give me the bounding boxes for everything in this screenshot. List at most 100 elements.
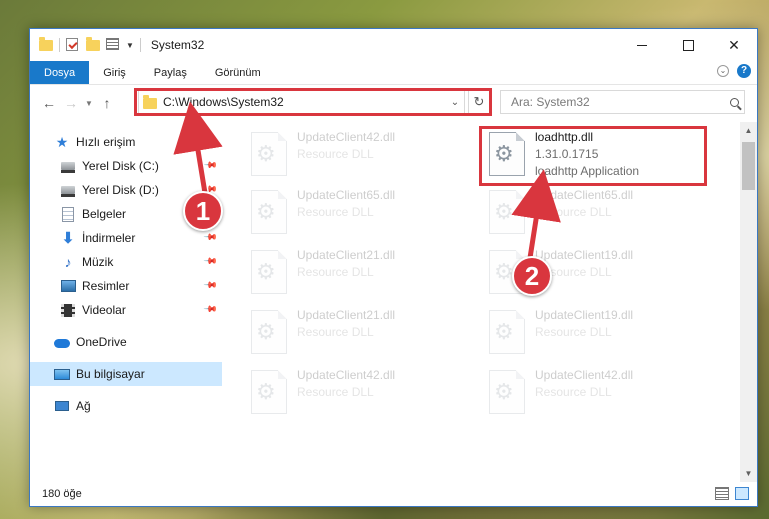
music-icon: ♪ [64,254,72,270]
network-icon [54,398,70,414]
up-button[interactable]: ↑ [96,92,118,114]
file-description: Resource DLL [297,325,374,339]
pin-icon[interactable]: 📌 [203,254,218,270]
search-box[interactable] [500,90,745,114]
tiles-view-icon[interactable] [735,487,749,500]
sidebar-item-label: Bu bilgisayar [76,367,145,381]
status-bar: 180 öğe [30,482,757,506]
separator [59,38,60,52]
sidebar-item-onedrive[interactable]: OneDrive [30,330,222,354]
close-button[interactable]: ✕ [711,29,757,61]
forward-arrow-icon: → [64,95,78,111]
file-name: UpdateClient19.dll [535,248,634,262]
sidebar-item-label: Hızlı erişim [76,135,136,149]
file-item[interactable]: UpdateClient42.dll Resource DLL [247,128,477,180]
tab-view[interactable]: Görünüm [201,61,275,84]
view-buttons [715,487,749,500]
file-view: UpdateClient42.dll Resource DLL UpdateCli… [222,122,757,482]
dll-file-icon [251,132,287,176]
sidebar-item-videos[interactable]: Videolar 📌 [30,298,222,322]
tab-file[interactable]: Dosya [30,61,90,84]
file-name: UpdateClient21.dll [297,248,396,262]
scroll-up-icon[interactable]: ▲ [740,122,757,139]
pin-icon[interactable]: 📌 [203,230,218,246]
dll-file-icon [251,190,287,234]
sidebar-item-pictures[interactable]: Resimler 📌 [30,274,222,298]
customize-icon[interactable] [106,38,120,52]
back-button[interactable]: ← [38,92,60,114]
tab-share[interactable]: Paylaş [140,61,201,84]
sidebar-item-label: İndirmeler [82,231,136,245]
pin-icon[interactable]: 📌 [203,278,218,294]
properties-check-icon[interactable] [66,38,80,52]
file-item[interactable]: UpdateClient21.dll Resource DLL [247,306,477,358]
folder-icon [39,37,53,52]
sidebar-item-this-pc[interactable]: Bu bilgisayar [30,362,222,386]
file-item[interactable]: UpdateClient42.dll Resource DLL [485,366,715,418]
sidebar-item-music[interactable]: ♪ Müzik 📌 [30,250,222,274]
navigation-bar: ← → ▼ ↑ C:\Windows\System32 ⌄ ↻ [30,85,757,121]
ribbon-right: ⌄ ? [717,64,751,78]
tab-home[interactable]: Giriş [89,61,140,84]
file-name: UpdateClient65.dll [535,188,634,202]
sidebar-item-quick-access[interactable]: ★ Hızlı erişim [30,130,222,154]
help-icon[interactable]: ? [737,64,751,78]
cloud-icon [54,334,70,350]
details-view-icon[interactable] [715,487,729,500]
expand-ribbon-icon[interactable]: ⌄ [717,65,729,77]
file-item[interactable]: UpdateClient65.dll Resource DLL [247,186,477,238]
star-icon: ★ [55,133,69,150]
sidebar-item-label: Müzik [82,255,114,269]
file-description: Resource DLL [535,385,612,399]
file-description: Resource DLL [297,147,374,161]
window-controls: ✕ [619,29,757,61]
item-count: 180 öğe [42,488,82,500]
documents-icon [60,206,76,222]
close-icon: ✕ [728,36,740,53]
sidebar-item-network[interactable]: Ağ [30,394,222,418]
navigation-pane: ★ Hızlı erişim Yerel Disk (C:) 📌 Yerel D… [30,122,222,482]
file-item[interactable]: UpdateClient19.dll Resource DLL [485,306,715,358]
pin-icon[interactable]: 📌 [203,158,218,174]
file-highlight-box [479,126,707,186]
dll-file-icon [489,370,525,414]
drive-icon [60,158,76,174]
file-item[interactable]: UpdateClient42.dll Resource DLL [247,366,477,418]
sidebar-item-label: Yerel Disk (D:) [82,183,159,197]
recent-locations-button[interactable]: ▼ [82,99,96,108]
sidebar-item-label: Videolar [82,303,126,317]
file-item[interactable]: UpdateClient65.dll Resource DLL [485,186,715,238]
sidebar-item-label: Belgeler [82,207,127,221]
main-area: ★ Hızlı erişim Yerel Disk (C:) 📌 Yerel D… [30,122,757,482]
title-bar: ▼ System32 ✕ [30,29,757,61]
file-description: Resource DLL [297,205,374,219]
new-folder-icon[interactable] [86,37,100,52]
sidebar-item-downloads[interactable]: ⬇ İndirmeler 📌 [30,226,222,250]
qat-dropdown-icon[interactable]: ▼ [126,41,134,50]
forward-button[interactable]: → [60,92,82,114]
file-description: Resource DLL [535,205,612,219]
pin-icon[interactable]: 📌 [203,302,218,318]
up-arrow-icon: ↑ [103,95,111,111]
quick-access-toolbar: ▼ [30,37,141,52]
vertical-scrollbar[interactable]: ▲ ▼ [740,122,757,482]
callout-1: 1 [183,191,223,231]
search-input[interactable] [511,95,724,109]
explorer-window: ▼ System32 ✕ Dosya Giriş Paylaş Görünüm … [29,28,758,507]
back-arrow-icon: ← [42,95,56,111]
scroll-down-icon[interactable]: ▼ [740,465,757,482]
drive-icon [60,182,76,198]
scroll-thumb[interactable] [742,142,755,190]
sidebar-item-label: Yerel Disk (C:) [82,159,159,173]
ribbon-tabs: Dosya Giriş Paylaş Görünüm ⌄ ? [30,61,757,85]
file-name: UpdateClient42.dll [297,130,396,144]
download-icon: ⬇ [61,230,75,247]
sidebar-item-local-disk-c[interactable]: Yerel Disk (C:) 📌 [30,154,222,178]
minimize-button[interactable] [619,29,665,61]
file-item[interactable]: UpdateClient21.dll Resource DLL [247,246,477,298]
window-title: System32 [150,38,205,52]
computer-icon [54,366,70,382]
search-icon[interactable] [724,97,744,107]
dll-file-icon [489,190,525,234]
maximize-button[interactable] [665,29,711,61]
